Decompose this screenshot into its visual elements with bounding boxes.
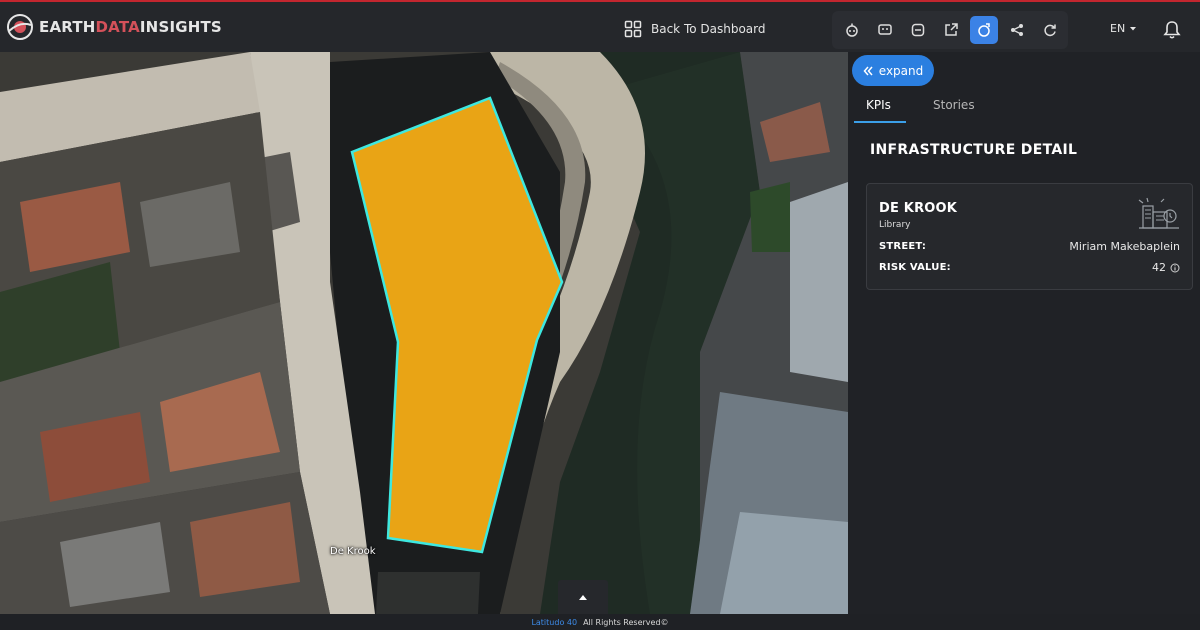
footer: Latitudo 40 All Rights Reserved© bbox=[0, 614, 1200, 630]
back-to-dashboard-button[interactable]: Back To Dashboard bbox=[624, 16, 766, 42]
notifications-button[interactable] bbox=[1163, 20, 1181, 44]
caret-down-icon bbox=[1130, 26, 1137, 30]
risk-value-wrap: 42 bbox=[1152, 261, 1180, 274]
info-icon[interactable] bbox=[1170, 263, 1180, 273]
footer-rights: All Rights Reserved© bbox=[583, 617, 669, 627]
layers-scan-icon bbox=[911, 23, 925, 37]
app-root: EARTHDATAINSIGHTS Back To Dashboard EN D… bbox=[0, 0, 1200, 630]
tool-layers[interactable] bbox=[904, 16, 932, 44]
infrastructure-card: DE KROOK Library STREET: Miriam Makebapl… bbox=[866, 183, 1193, 290]
section-title: INFRASTRUCTURE DETAIL bbox=[870, 142, 1078, 158]
language-label: EN bbox=[1110, 22, 1126, 35]
tool-robot[interactable] bbox=[838, 16, 866, 44]
risk-value-label: RISK VALUE: bbox=[879, 262, 951, 273]
brand-part-2: DATA bbox=[95, 18, 140, 36]
tab-kpis[interactable]: KPIs bbox=[866, 98, 891, 112]
street-value-wrap: Miriam Makebaplein bbox=[1069, 240, 1180, 253]
tool-share[interactable] bbox=[1003, 16, 1031, 44]
monitor-face-icon bbox=[878, 24, 892, 35]
satellite-imagery bbox=[0, 52, 848, 614]
caret-up-icon bbox=[579, 594, 587, 600]
footer-brand-link[interactable]: Latitudo 40 bbox=[531, 618, 577, 627]
back-to-dashboard-label: Back To Dashboard bbox=[651, 22, 766, 36]
active-tab-indicator bbox=[854, 121, 906, 123]
refresh-icon bbox=[1044, 24, 1056, 37]
tool-monitor[interactable] bbox=[871, 16, 899, 44]
robot-icon bbox=[846, 23, 858, 37]
street-label: STREET: bbox=[879, 241, 927, 252]
brand-part-3: INSIGHTS bbox=[139, 18, 222, 36]
infrastructure-name: DE KROOK bbox=[879, 201, 958, 216]
map-building-label[interactable]: De Krook bbox=[330, 546, 376, 557]
side-panel: expand KPIs Stories INFRASTRUCTURE DETAI… bbox=[848, 52, 1200, 614]
share-icon bbox=[1011, 24, 1023, 36]
tool-rotate-3d[interactable] bbox=[970, 16, 998, 44]
double-chevron-left-icon bbox=[863, 66, 873, 75]
brand-name: EARTHDATAINSIGHTS bbox=[39, 18, 222, 36]
map-toolbar bbox=[832, 11, 1068, 49]
rotate-3d-icon bbox=[978, 23, 990, 37]
app-logo[interactable]: EARTHDATAINSIGHTS bbox=[6, 12, 222, 42]
risk-value: 42 bbox=[1152, 261, 1166, 274]
panel-tabs: KPIs Stories bbox=[848, 92, 1200, 124]
globe-logo-icon bbox=[7, 14, 33, 40]
infrastructure-type: Library bbox=[879, 220, 911, 230]
bell-icon bbox=[1163, 21, 1181, 39]
street-value: Miriam Makebaplein bbox=[1069, 240, 1180, 253]
dashboard-grid-icon bbox=[624, 20, 642, 38]
satellite-map[interactable]: De Krook bbox=[0, 52, 848, 614]
expand-button[interactable]: expand bbox=[852, 55, 934, 86]
bottom-panel-toggle[interactable] bbox=[558, 580, 608, 614]
tool-share-box[interactable] bbox=[937, 16, 965, 44]
share-box-icon bbox=[945, 23, 958, 36]
language-selector[interactable]: EN bbox=[1110, 22, 1137, 35]
expand-label: expand bbox=[878, 63, 924, 78]
top-bar: EARTHDATAINSIGHTS Back To Dashboard EN bbox=[0, 0, 1200, 52]
library-building-icon bbox=[1138, 197, 1179, 229]
tool-refresh[interactable] bbox=[1036, 16, 1064, 44]
tab-stories[interactable]: Stories bbox=[933, 98, 975, 112]
brand-part-1: EARTH bbox=[39, 18, 96, 36]
